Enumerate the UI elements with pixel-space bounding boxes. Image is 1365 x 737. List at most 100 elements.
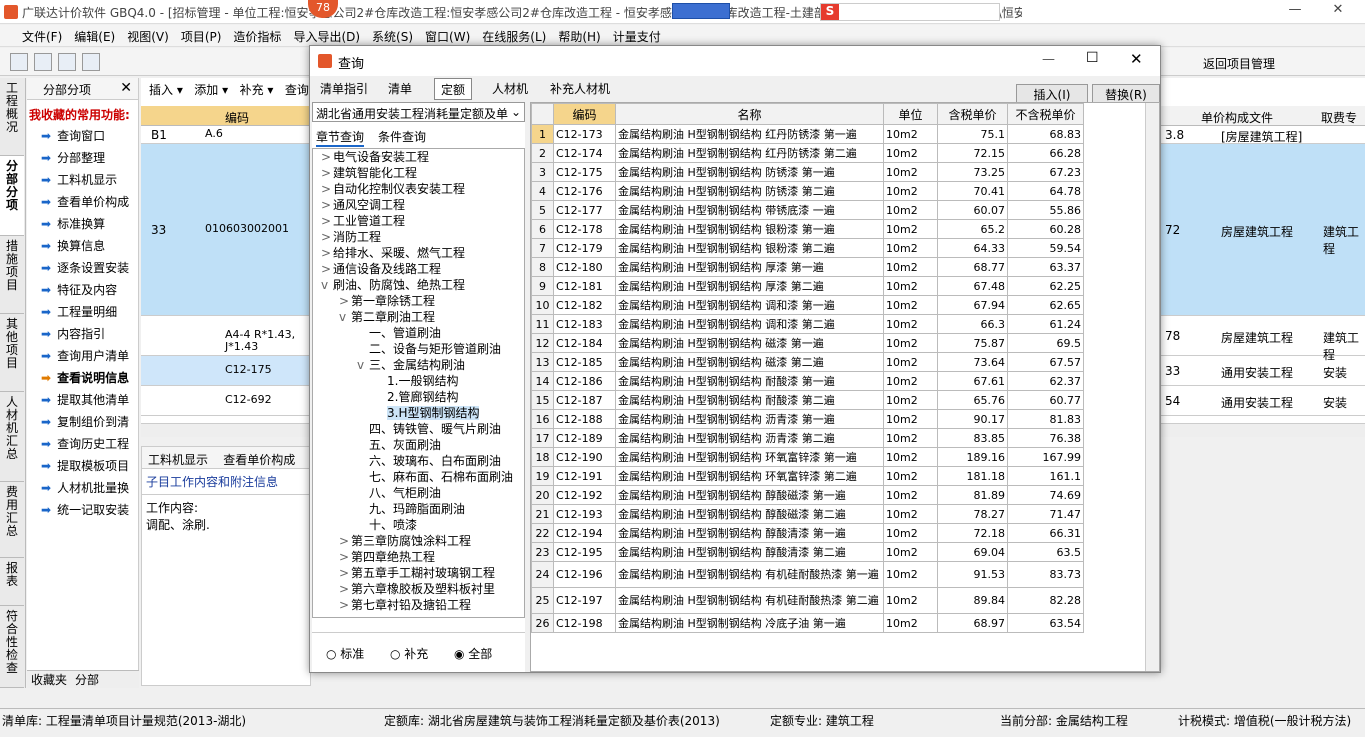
chevron-right-icon[interactable]: > bbox=[321, 165, 333, 181]
function-item[interactable]: ➡ 提取其他清单 bbox=[27, 389, 138, 411]
table-row-right[interactable]: 72 房屋建筑工程 建筑工程 bbox=[1161, 144, 1365, 316]
query-button[interactable]: 查询 bbox=[285, 83, 309, 97]
table-row[interactable]: A4-4 R*1.43, J*1.43 bbox=[141, 316, 311, 356]
tab-division[interactable]: 分部 bbox=[71, 673, 103, 687]
minimize-icon[interactable]: — bbox=[1042, 52, 1055, 67]
vtab-others[interactable]: 其他项目 bbox=[0, 314, 24, 392]
vertical-scrollbar[interactable] bbox=[1145, 103, 1159, 671]
radio-standard[interactable]: ○ 标准 bbox=[326, 645, 364, 662]
tab-favorites[interactable]: 收藏夹 bbox=[27, 673, 71, 687]
tree-node[interactable]: > 第三章防腐蚀涂料工程 bbox=[313, 533, 524, 549]
radio-supplement[interactable]: ○ 补充 bbox=[390, 645, 428, 662]
header-code[interactable]: 编码 bbox=[553, 103, 616, 125]
function-item[interactable]: ➡ 查看说明信息 bbox=[27, 367, 138, 389]
vtab-reports[interactable]: 报表 bbox=[0, 558, 24, 606]
chevron-right-icon[interactable]: > bbox=[321, 229, 333, 245]
library-select[interactable]: 湖北省通用安装工程消耗量定额及单 ⌄ bbox=[312, 102, 525, 122]
tab-unit-price[interactable]: 查看单价构成 bbox=[223, 453, 295, 467]
table-row[interactable]: 25 C12-197 金属结构刷油 H型钢制钢结构 有机硅耐酸热漆 第二遍 10m2 8… bbox=[531, 587, 1084, 614]
tree-node[interactable]: 八、气柜刷油 bbox=[313, 485, 524, 501]
tree-node[interactable]: > 第七章衬铅及搪铅工程 bbox=[313, 597, 524, 613]
table-row[interactable]: 18 C12-190 金属结构刷油 H型钢制钢结构 环氧富锌漆 第一遍 10m2 189… bbox=[531, 447, 1084, 467]
table-row[interactable]: 9 C12-181 金属结构刷油 H型钢制钢结构 厚漆 第二遍 10m2 67.48 62… bbox=[531, 276, 1084, 296]
table-row[interactable]: 4 C12-176 金属结构刷油 H型钢制钢结构 防锈漆 第二遍 10m2 70.41 6… bbox=[531, 181, 1084, 201]
vtab-materials[interactable]: 人材机汇总 bbox=[0, 392, 24, 482]
table-row-right[interactable]: 3.8 [房屋建筑工程] bbox=[1161, 126, 1365, 144]
chevron-down-icon[interactable]: v bbox=[339, 309, 351, 325]
function-item[interactable]: ➡ 查询窗口 bbox=[27, 125, 138, 147]
tree-node[interactable]: > 第六章橡胶板及塑料板衬里 bbox=[313, 581, 524, 597]
tree-node[interactable]: 3.H型钢制钢结构 bbox=[313, 405, 524, 421]
tree-node[interactable]: 1.一般钢结构 bbox=[313, 373, 524, 389]
tab-list-guide[interactable]: 清单指引 bbox=[314, 78, 374, 100]
open-icon[interactable] bbox=[34, 53, 52, 71]
table-row[interactable]: 23 C12-195 金属结构刷油 H型钢制钢结构 醇酸清漆 第二遍 10m2 69.0… bbox=[531, 542, 1084, 562]
tree-node[interactable]: 五、灰面刷油 bbox=[313, 437, 524, 453]
table-row[interactable]: 21 C12-193 金属结构刷油 H型钢制钢结构 醇酸磁漆 第二遍 10m2 78.2… bbox=[531, 504, 1084, 524]
chevron-right-icon[interactable]: > bbox=[339, 533, 351, 549]
chevron-right-icon[interactable]: > bbox=[339, 565, 351, 581]
function-item[interactable]: ➡ 人材机批量换 bbox=[27, 477, 138, 499]
close-icon[interactable]: ✕ bbox=[1318, 2, 1358, 22]
table-row[interactable]: 3 C12-175 金属结构刷油 H型钢制钢结构 防锈漆 第一遍 10m2 73.25 6… bbox=[531, 162, 1084, 182]
tree-node[interactable]: 四、铸铁管、暖气片刷油 bbox=[313, 421, 524, 437]
tree-node[interactable]: 七、麻布面、石棉布面刷油 bbox=[313, 469, 524, 485]
vtab-compliance[interactable]: 符合性检查 bbox=[0, 606, 24, 688]
table-row[interactable]: 15 C12-187 金属结构刷油 H型钢制钢结构 耐酸漆 第二遍 10m2 65.76… bbox=[531, 390, 1084, 410]
table-row[interactable]: 16 C12-188 金属结构刷油 H型钢制钢结构 沥青漆 第一遍 10m2 90.17… bbox=[531, 409, 1084, 429]
return-project-button[interactable]: 返回项目管理 bbox=[1203, 55, 1275, 72]
ime-toolbar[interactable]: S bbox=[820, 3, 1000, 21]
tree-node[interactable]: 一、管道刷油 bbox=[313, 325, 524, 341]
function-item[interactable]: ➡ 复制组价到清 bbox=[27, 411, 138, 433]
chevron-right-icon[interactable]: > bbox=[339, 581, 351, 597]
table-row[interactable]: 7 C12-179 金属结构刷油 H型钢制钢结构 银粉漆 第二遍 10m2 64.33 5… bbox=[531, 238, 1084, 258]
chevron-down-icon[interactable]: ⌄ bbox=[511, 105, 521, 119]
tab-list[interactable]: 清单 bbox=[382, 78, 418, 100]
function-item[interactable]: ➡ 查询历史工程 bbox=[27, 433, 138, 455]
function-item[interactable]: ➡ 提取模板项目 bbox=[27, 455, 138, 477]
chevron-right-icon[interactable]: > bbox=[321, 245, 333, 261]
function-item[interactable]: ➡ 逐条设置安装 bbox=[27, 257, 138, 279]
header-name[interactable]: 名称 bbox=[615, 103, 884, 125]
tab-material-display[interactable]: 工料机显示 bbox=[148, 453, 208, 467]
tree-node[interactable]: 十、喷漆 bbox=[313, 517, 524, 533]
menu-project[interactable]: 项目(P) bbox=[175, 25, 228, 48]
tree-node[interactable]: > 建筑智能化工程 bbox=[313, 165, 524, 181]
table-row[interactable]: 2 C12-174 金属结构刷油 H型钢制钢结构 红丹防锈漆 第二遍 10m2 72.1… bbox=[531, 143, 1084, 163]
tab-supplement-materials[interactable]: 补充人材机 bbox=[544, 78, 616, 100]
chevron-right-icon[interactable]: > bbox=[321, 197, 333, 213]
tree-node[interactable]: v 三、金属结构刷油 bbox=[313, 357, 524, 373]
function-item[interactable]: ➡ 标准换算 bbox=[27, 213, 138, 235]
tab-quota[interactable]: 定额 bbox=[434, 78, 473, 100]
table-row[interactable]: 13 C12-185 金属结构刷油 H型钢制钢结构 磁漆 第二遍 10m2 73.64 6… bbox=[531, 352, 1084, 372]
save-icon[interactable] bbox=[58, 53, 76, 71]
tree-node[interactable]: > 通风空调工程 bbox=[313, 197, 524, 213]
tree-node[interactable]: 二、设备与矩形管道刷油 bbox=[313, 341, 524, 357]
table-row[interactable]: C12-692 bbox=[141, 386, 311, 416]
tree-node[interactable]: > 消防工程 bbox=[313, 229, 524, 245]
table-row[interactable]: 17 C12-189 金属结构刷油 H型钢制钢结构 沥青漆 第二遍 10m2 83.85… bbox=[531, 428, 1084, 448]
menu-edit[interactable]: 编辑(E) bbox=[68, 25, 121, 48]
tree-node[interactable]: v 刷油、防腐蚀、绝热工程 bbox=[313, 277, 524, 293]
table-row[interactable]: 26 C12-198 金属结构刷油 H型钢制钢结构 冷底子油 第一遍 10m2 68.9… bbox=[531, 613, 1084, 633]
table-row-right[interactable]: 54 通用安装工程 安装 bbox=[1161, 386, 1365, 416]
tab-condition-query[interactable]: 条件查询 bbox=[378, 128, 426, 145]
tree-node[interactable]: > 工业管道工程 bbox=[313, 213, 524, 229]
vtab-overview[interactable]: 工程概况 bbox=[0, 78, 24, 156]
header-unit[interactable]: 单位 bbox=[883, 103, 938, 125]
radio-all[interactable]: ◉ 全部 bbox=[454, 645, 492, 662]
tree-node[interactable]: > 自动化控制仪表安装工程 bbox=[313, 181, 524, 197]
function-item[interactable]: ➡ 分部整理 bbox=[27, 147, 138, 169]
chevron-right-icon[interactable]: > bbox=[339, 549, 351, 565]
vtab-fees[interactable]: 费用汇总 bbox=[0, 482, 24, 558]
table-row[interactable]: C12-175 bbox=[141, 356, 311, 386]
tree-node[interactable]: > 第四章绝热工程 bbox=[313, 549, 524, 565]
tree-node[interactable]: > 通信设备及线路工程 bbox=[313, 261, 524, 277]
close-icon[interactable]: ✕ bbox=[1130, 50, 1143, 68]
tab-materials[interactable]: 人材机 bbox=[486, 78, 534, 100]
chevron-right-icon[interactable]: > bbox=[339, 597, 351, 613]
function-item[interactable]: ➡ 统一记取安装 bbox=[27, 499, 138, 521]
table-row[interactable]: 14 C12-186 金属结构刷油 H型钢制钢结构 耐酸漆 第一遍 10m2 67.61… bbox=[531, 371, 1084, 391]
table-row-right[interactable]: 78 房屋建筑工程 建筑工程 bbox=[1161, 316, 1365, 362]
folder-icon[interactable] bbox=[82, 53, 100, 71]
